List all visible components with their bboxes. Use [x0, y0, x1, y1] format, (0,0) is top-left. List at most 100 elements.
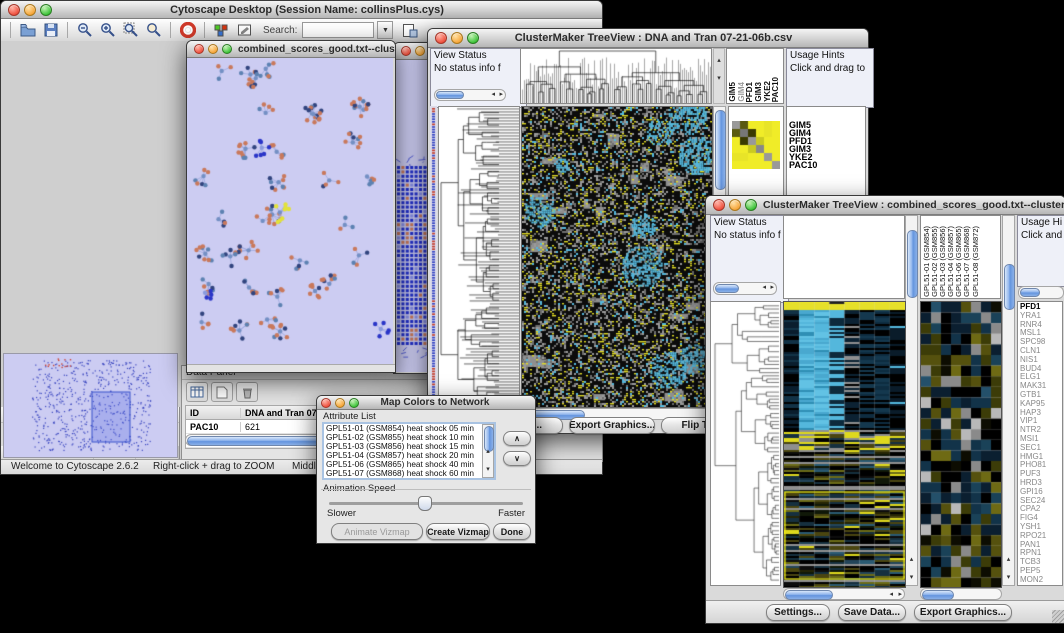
tv2-zoom-hscrollbar[interactable] — [920, 588, 1002, 600]
save-session-button[interactable] — [40, 21, 61, 40]
tv2-column-tree-area[interactable] — [783, 215, 905, 299]
zoom-selected-button[interactable] — [143, 21, 164, 40]
tv1-titlebar[interactable]: ClusterMaker TreeView : DNA and Tran 07-… — [428, 29, 868, 48]
scroll-down-icon[interactable] — [1007, 574, 1011, 581]
tv1-export-graphics-button[interactable]: Export Graphics... — [569, 417, 655, 434]
minimize-button[interactable] — [451, 32, 463, 44]
tv2-main-vscrollbar[interactable] — [905, 215, 918, 586]
scroll-right-icon[interactable] — [770, 284, 774, 291]
scroll-up-icon[interactable] — [910, 556, 914, 563]
close-button[interactable] — [713, 199, 725, 211]
tv1-column-dendrogram[interactable] — [520, 48, 712, 104]
network-canvas[interactable] — [187, 58, 393, 365]
done-button[interactable]: Done — [493, 523, 531, 540]
main-titlebar[interactable]: Cytoscape Desktop (Session Name: collins… — [1, 1, 602, 19]
net1-hscrollbar[interactable] — [187, 364, 395, 372]
network-view-window: combined_scores_good.txt--cluste... — [186, 40, 396, 373]
dialog-title: Map Colors to Network — [365, 397, 535, 408]
dialog-titlebar[interactable]: Map Colors to Network — [317, 396, 535, 410]
zoom-window-button[interactable] — [745, 199, 757, 211]
tv2-row-dendrogram[interactable] — [710, 301, 781, 586]
new-attribute-button[interactable] — [211, 382, 233, 402]
faster-label: Faster — [498, 508, 525, 519]
tv1-view-status-panel: View Status No status info f — [430, 48, 527, 108]
tv1-row-dendrogram[interactable] — [438, 106, 520, 406]
minimize-button[interactable] — [24, 4, 36, 16]
tv2-zoom-heatmap[interactable] — [920, 301, 1002, 588]
minimize-button[interactable] — [208, 44, 218, 54]
tv2-column-labels: GPL51-01 (GSM854)GPL51-02 (GSM855)GPL51-… — [920, 215, 1001, 299]
tv1-col-scroll-strip[interactable] — [713, 48, 725, 104]
resize-grip[interactable] — [1052, 610, 1064, 623]
zoom-window-button[interactable] — [467, 32, 479, 44]
attribute-list-scrollbar[interactable] — [482, 424, 494, 478]
import-attributes-button[interactable] — [399, 21, 420, 40]
gene-label[interactable]: MON2 — [1018, 576, 1062, 585]
close-button[interactable] — [194, 44, 204, 54]
minimize-button[interactable] — [335, 398, 345, 408]
create-vizmap-button[interactable]: Create Vizmap — [426, 523, 490, 540]
scroll-down-icon[interactable] — [910, 574, 914, 581]
minimize-button[interactable] — [415, 46, 425, 56]
delete-attribute-button[interactable] — [236, 382, 258, 402]
col-id[interactable]: ID — [186, 408, 241, 418]
attribute-list-item[interactable]: GPL51-07 (GSM868) heat shock 60 min — [324, 469, 494, 478]
column-label[interactable]: PAC10 — [772, 77, 781, 102]
scroll-left-icon[interactable] — [889, 591, 893, 598]
attr-id: PAC10 — [186, 422, 241, 432]
close-button[interactable] — [321, 398, 331, 408]
scroll-right-icon[interactable] — [898, 591, 902, 598]
scroll-right-icon[interactable] — [499, 91, 503, 98]
view-status-title: View Status — [434, 50, 523, 63]
select-attributes-button[interactable] — [186, 382, 208, 402]
tv2-main-hscrollbar[interactable] — [783, 588, 905, 600]
tv2-save-data-button[interactable]: Save Data... — [838, 604, 906, 621]
zoom-fit-button[interactable] — [120, 21, 141, 40]
scroll-up-icon[interactable] — [486, 448, 490, 455]
search-dropdown-icon[interactable]: ▼ — [377, 21, 393, 39]
tv1-selection-strip[interactable] — [430, 106, 437, 406]
toolbar-separator — [67, 22, 68, 38]
gene-label[interactable]: PAC10 — [787, 161, 865, 169]
close-button[interactable] — [435, 32, 447, 44]
open-session-button[interactable] — [17, 21, 38, 40]
zoom-in-button[interactable] — [97, 21, 118, 40]
zoom-window-button[interactable] — [349, 398, 359, 408]
control-panel: Control Panel Network VizMapper™ ▶ Netwo… — [1, 407, 180, 460]
move-down-button[interactable]: ∨ — [503, 451, 531, 466]
speed-slider-thumb[interactable] — [418, 496, 432, 511]
net1-titlebar[interactable]: combined_scores_good.txt--cluste... — [187, 41, 395, 58]
close-button[interactable] — [401, 46, 411, 56]
view-status-scrollbar[interactable] — [434, 89, 506, 101]
tv1-mini-heatmap[interactable] — [732, 121, 780, 169]
vizmap-nodes-button[interactable] — [211, 21, 232, 40]
birds-eye-view[interactable] — [3, 353, 178, 458]
animate-vizmap-button[interactable]: Animate Vizmap — [331, 523, 423, 540]
scroll-left-icon[interactable] — [491, 91, 495, 98]
tv1-heatmap[interactable] — [521, 106, 713, 408]
column-label[interactable]: GPL51-08 (GSM872) — [972, 226, 980, 297]
close-button[interactable] — [8, 4, 20, 16]
search-input[interactable] — [302, 22, 374, 38]
help-button[interactable] — [177, 21, 198, 40]
scroll-down-icon[interactable] — [717, 75, 721, 82]
tv2-export-graphics-button[interactable]: Export Graphics... — [914, 604, 1012, 621]
tv2-usage-scrollbar[interactable] — [1018, 286, 1064, 299]
scroll-up-icon[interactable] — [1007, 556, 1011, 563]
scroll-down-icon[interactable] — [486, 466, 490, 473]
annotation-button[interactable] — [234, 21, 255, 40]
scroll-left-icon[interactable] — [762, 284, 766, 291]
slower-label: Slower — [327, 508, 356, 519]
zoom-window-button[interactable] — [40, 4, 52, 16]
zoom-out-button[interactable] — [74, 21, 95, 40]
tv2-zoom-vscrollbar[interactable] — [1002, 215, 1015, 586]
tv2-heatmap[interactable] — [783, 301, 906, 588]
minimize-button[interactable] — [729, 199, 741, 211]
tv2-titlebar[interactable]: ClusterMaker TreeView : combined_scores_… — [706, 196, 1064, 215]
scroll-up-icon[interactable] — [717, 57, 721, 64]
tv2-settings-button[interactable]: Settings... — [766, 604, 830, 621]
zoom-window-button[interactable] — [222, 44, 232, 54]
tv2-title: ClusterMaker TreeView : combined_scores_… — [763, 199, 1064, 211]
view-status-scrollbar[interactable] — [713, 282, 777, 295]
move-up-button[interactable]: ∧ — [503, 431, 531, 446]
